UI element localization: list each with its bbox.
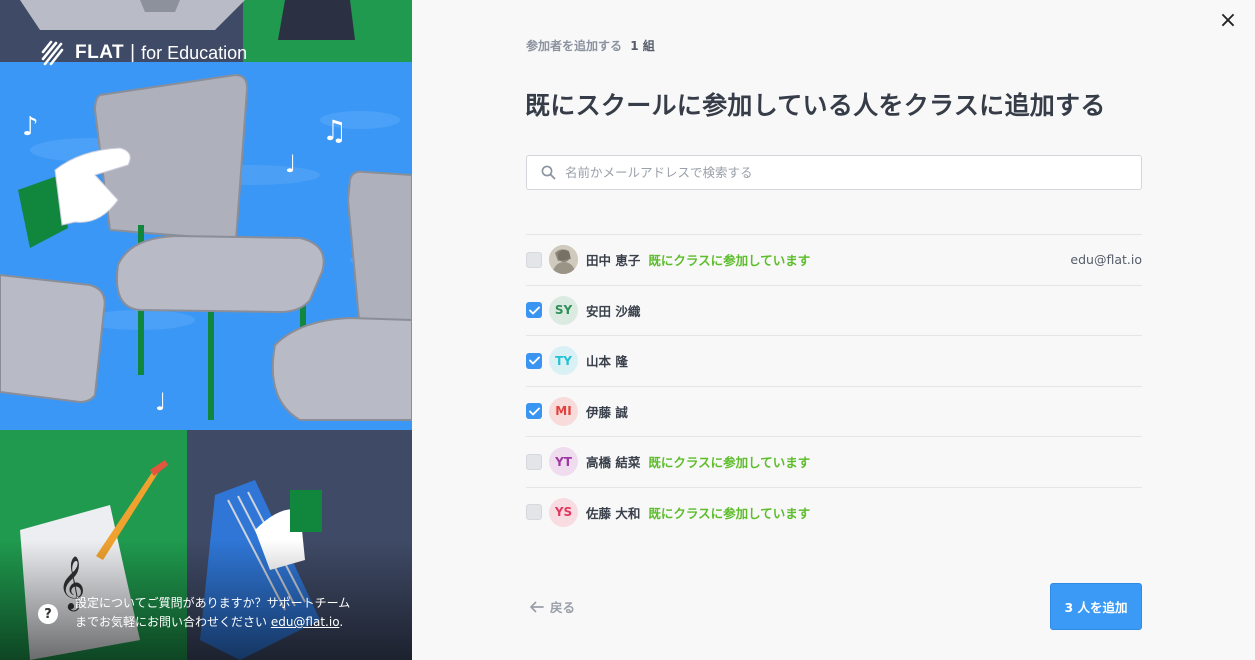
member-status: 既にクラスに参加しています [648, 505, 811, 521]
member-name: 安田 沙織 [586, 303, 641, 319]
classroom-illustration: ♪ ♫ ♩ ♩ 𝄞 [0, 0, 412, 660]
member-name: 高橋 結菜 [586, 455, 641, 471]
avatar-initials: MI [555, 404, 572, 419]
support-line-2: までお気軽にお問い合わせください edu@flat.io. [75, 613, 350, 632]
flat-logo: FLAT | for Education [40, 40, 247, 66]
member-name: 佐藤 大和 [586, 505, 641, 521]
svg-text:♩: ♩ [155, 388, 166, 416]
support-text: 設定についてご質問がありますか？サポートチーム までお気軽にお問い合わせください… [75, 594, 350, 632]
member-checkbox[interactable] [526, 504, 542, 521]
member-checkbox[interactable] [526, 302, 542, 319]
flat-mark-icon [41, 40, 64, 66]
checkmark-icon [528, 407, 540, 416]
member-name: 伊藤 誠 [586, 404, 628, 420]
illustration-panel: ♪ ♫ ♩ ♩ 𝄞 [0, 0, 412, 660]
avatar: MI [549, 396, 578, 426]
avatar-initials: TY [555, 353, 572, 368]
step-indicator: 参加者を追加する 1 組 [526, 37, 655, 54]
avatar: TY [549, 346, 578, 376]
avatar: YT [549, 447, 578, 477]
step-count: 1 組 [630, 39, 655, 53]
user-photo-icon [549, 245, 578, 275]
member-status: 既にクラスに参加しています [648, 253, 811, 269]
checkmark-icon [528, 356, 540, 365]
step-label: 参加者を追加する [526, 39, 623, 53]
search-input[interactable] [565, 165, 1105, 180]
support-line-1: 設定についてご質問がありますか？サポートチーム [75, 596, 351, 610]
support-line-2-text: までお気軽にお問い合わせください [75, 615, 271, 629]
checkmark-icon [528, 306, 540, 315]
member-name: 田中 恵子 [586, 253, 641, 269]
avatar [549, 245, 578, 275]
member-name: 山本 隆 [586, 354, 628, 370]
support-line-2-end: . [339, 615, 344, 629]
back-button[interactable]: 戻る [529, 597, 575, 616]
member-status: 既にクラスに参加しています [648, 455, 811, 471]
add-members-button[interactable]: 3 人を追加 [1050, 583, 1142, 630]
member-checkbox[interactable] [526, 453, 542, 470]
avatar-initials: YT [555, 454, 572, 469]
member-row[interactable]: TY 山本 隆 [526, 335, 1142, 386]
back-label: 戻る [550, 600, 576, 615]
close-icon[interactable]: × [1217, 10, 1239, 32]
member-checkbox[interactable] [526, 352, 542, 369]
svg-text:♪: ♪ [22, 112, 39, 142]
brand-separator: | [130, 42, 136, 63]
member-list: 田中 恵子 既にクラスに参加しています edu@flat.io SY 安田 沙織 TY 山本… [526, 234, 1142, 537]
add-participants-dialog: × 参加者を追加する 1 組 既にスクールに参加している人をクラスに追加する 田… [412, 0, 1255, 660]
brand-name: FLAT [75, 42, 125, 63]
help-icon: ? [38, 604, 58, 624]
member-row[interactable]: MI 伊藤 誠 [526, 385, 1142, 437]
member-email: edu@flat.io [1070, 252, 1142, 268]
avatar-initials: SY [554, 303, 573, 318]
member-row[interactable]: SY 安田 沙織 [526, 284, 1142, 336]
svg-text:♩: ♩ [285, 150, 296, 178]
arrow-left-icon [530, 601, 544, 612]
member-checkbox[interactable] [526, 403, 542, 420]
member-row[interactable]: YS 佐藤 大和 既にクラスに参加しています [526, 486, 1142, 538]
search-box[interactable] [526, 155, 1142, 190]
member-checkbox[interactable] [526, 251, 542, 268]
avatar: SY [549, 295, 578, 325]
support-note: ? 設定についてご質問がありますか？サポートチーム までお気軽にお問い合わせくだ… [38, 594, 392, 632]
member-row[interactable]: 田中 恵子 既にクラスに参加しています edu@flat.io [526, 234, 1142, 285]
avatar-initials: YS [554, 505, 573, 520]
page-title: 既にスクールに参加している人をクラスに追加する [525, 91, 1106, 120]
brand-subtitle: for Education [141, 42, 248, 63]
support-email-link[interactable]: edu@flat.io [271, 615, 340, 629]
svg-text:♫: ♫ [322, 114, 347, 147]
search-icon [541, 165, 556, 180]
avatar: YS [549, 497, 578, 527]
member-row[interactable]: YT 高橋 結菜 既にクラスに参加しています [526, 436, 1142, 487]
